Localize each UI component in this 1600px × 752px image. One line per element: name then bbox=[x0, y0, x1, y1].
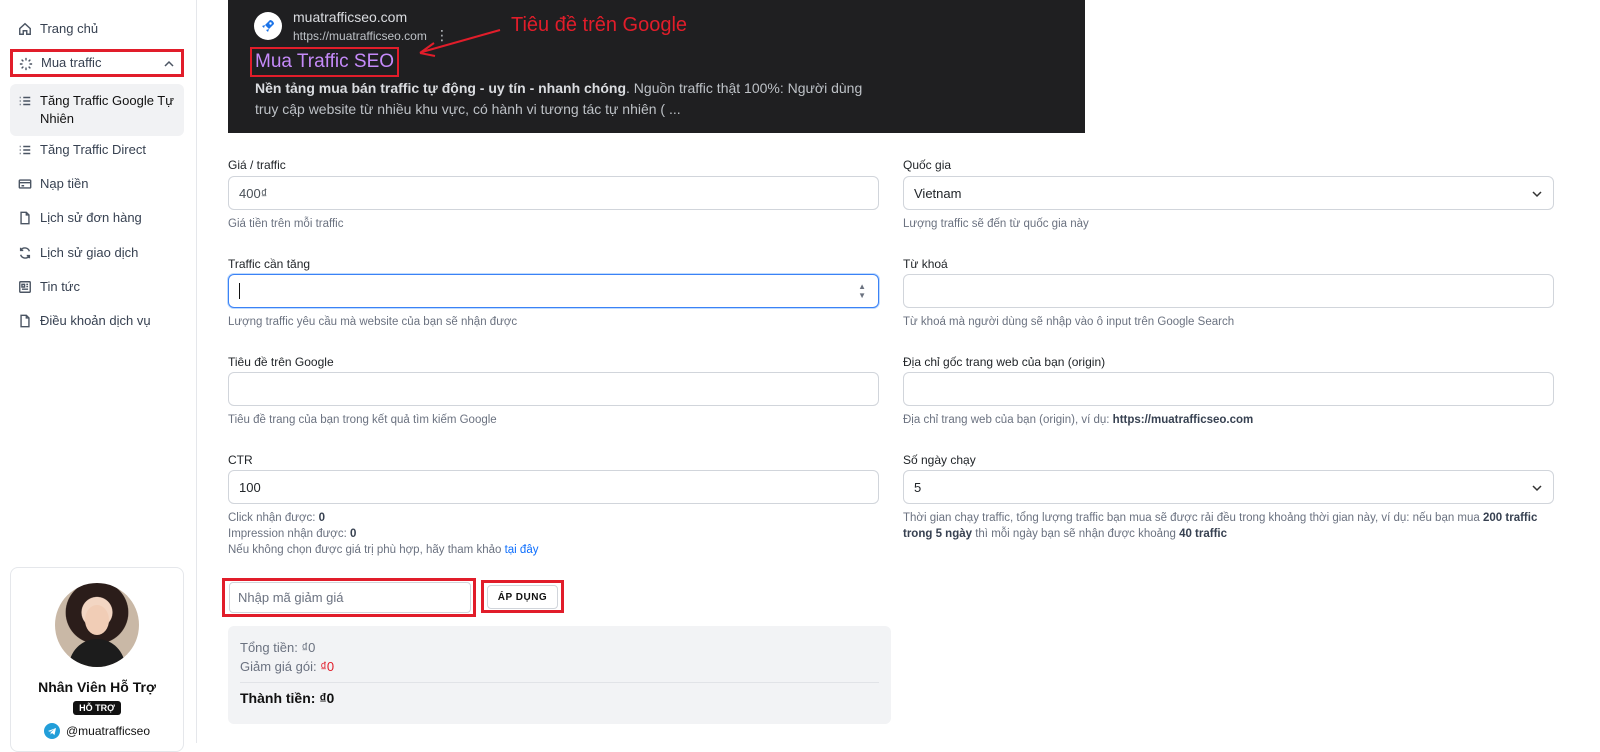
file-icon bbox=[18, 211, 32, 225]
sparkle-icon bbox=[19, 57, 33, 71]
keyword-label: Từ khoá bbox=[903, 257, 948, 271]
keyword-help: Từ khoá mà người dùng sẽ nhập vào ô inpu… bbox=[903, 316, 1235, 328]
sidebar-item-label: Lịch sử đơn hàng bbox=[40, 210, 142, 225]
traffic-input[interactable]: ▲ ▼ bbox=[228, 274, 879, 308]
sidebar-item-home[interactable]: Trang chủ bbox=[10, 20, 184, 38]
telegram-handle: @muatrafficseo bbox=[66, 724, 150, 738]
sidebar-item-label: Nạp tiền bbox=[40, 176, 89, 191]
sidebar-item-label: Tăng Traffic Google Tự Nhiên bbox=[40, 93, 174, 126]
ctr-reference-link[interactable]: tại đây bbox=[505, 544, 539, 556]
days-label: Số ngày chạy bbox=[903, 453, 976, 467]
order-summary: Tổng tiền: ₫0 Giảm giá gói: ₫0 Thành tiề… bbox=[228, 626, 891, 724]
sidebar-item-label: Lịch sử giao dịch bbox=[40, 245, 139, 260]
list-icon bbox=[18, 94, 32, 108]
chevron-down-icon bbox=[1531, 482, 1543, 494]
origin-help: Địa chỉ trang web của bạn (origin), ví d… bbox=[903, 414, 1254, 426]
coupon-input[interactable]: Nhập mã giảm giá bbox=[229, 582, 471, 613]
sidebar-item-label: Trang chủ bbox=[40, 21, 99, 36]
sidebar-item-order-history[interactable]: Lịch sử đơn hàng bbox=[10, 209, 184, 227]
traffic-help: Lượng traffic yêu cầu mà website của bạn… bbox=[228, 316, 518, 328]
annotation-text: Tiêu đề trên Google bbox=[511, 14, 688, 36]
sidebar-item-buy-traffic[interactable]: Mua traffic bbox=[10, 49, 184, 77]
support-name: Nhân Viên Hỗ Trợ bbox=[38, 679, 156, 695]
sidebar-item-google-traffic[interactable]: Tăng Traffic Google Tự Nhiên bbox=[10, 84, 184, 136]
sidebar: Trang chủ Mua traffic Tăng Traffic Googl… bbox=[0, 0, 197, 752]
sidebar-item-terms[interactable]: Điều khoản dịch vụ bbox=[10, 312, 184, 330]
rocket-icon bbox=[254, 12, 282, 40]
traffic-label: Traffic cần tăng bbox=[228, 257, 311, 271]
sidebar-item-transaction-history[interactable]: Lịch sử giao dịch bbox=[10, 244, 184, 262]
chevron-up-icon bbox=[163, 57, 175, 69]
avatar bbox=[55, 583, 139, 667]
days-select[interactable]: 5 bbox=[903, 470, 1554, 504]
keyword-input[interactable] bbox=[903, 274, 1554, 308]
preview-site-url: https://muatrafficseo.com bbox=[293, 29, 427, 43]
text-caret bbox=[239, 283, 240, 299]
days-help: Thời gian chạy traffic, tổng lượng traff… bbox=[903, 512, 1538, 540]
support-telegram-link[interactable]: @muatrafficseo bbox=[11, 723, 183, 739]
card-icon bbox=[18, 177, 32, 191]
sidebar-item-deposit[interactable]: Nạp tiền bbox=[10, 175, 184, 193]
apply-coupon-button[interactable]: ÁP DỤNG bbox=[487, 585, 558, 609]
preview-title: Mua Traffic SEO bbox=[250, 47, 400, 77]
file-icon bbox=[18, 314, 32, 328]
google-title-label: Tiêu đề trên Google bbox=[228, 355, 334, 369]
total-line: Tổng tiền: ₫0 bbox=[240, 640, 316, 655]
ctr-label: CTR bbox=[228, 453, 253, 467]
discount-line: Giảm giá gói: ₫0 bbox=[240, 659, 335, 674]
country-select[interactable]: Vietnam bbox=[903, 176, 1554, 210]
origin-input[interactable] bbox=[903, 372, 1554, 406]
price-help: Giá tiền trên mỗi traffic bbox=[228, 218, 344, 230]
final-total: Thành tiền: ₫0 bbox=[240, 690, 335, 706]
support-card: Nhân Viên Hỗ Trợ HỖ TRỢ @muatrafficseo bbox=[10, 567, 184, 752]
chevron-down-icon bbox=[1531, 188, 1543, 200]
summary-divider bbox=[240, 682, 879, 683]
sidebar-item-label: Điều khoản dịch vụ bbox=[40, 313, 151, 328]
sidebar-item-label: Tăng Traffic Direct bbox=[40, 142, 146, 157]
preview-description: Nền tảng mua bán traffic tự động - uy tí… bbox=[255, 80, 863, 117]
news-icon bbox=[18, 280, 32, 294]
stepper-icon[interactable]: ▲ ▼ bbox=[858, 282, 866, 300]
telegram-icon bbox=[44, 723, 60, 739]
google-title-help: Tiêu đề trang của bạn trong kết quả tìm … bbox=[228, 414, 497, 426]
home-icon bbox=[18, 22, 32, 36]
sidebar-item-label: Mua traffic bbox=[41, 55, 102, 70]
ctr-help: Click nhận được: 0 Impression nhận được:… bbox=[228, 512, 539, 556]
annotation-arrow-icon bbox=[419, 29, 501, 57]
origin-label: Địa chỉ gốc trang web của bạn (origin) bbox=[903, 355, 1106, 369]
price-label: Giá / traffic bbox=[228, 158, 286, 172]
sidebar-item-news[interactable]: Tin tức bbox=[10, 278, 184, 296]
sidebar-item-label: Tin tức bbox=[40, 279, 81, 294]
preview-site-name: muatrafficseo.com bbox=[293, 9, 408, 25]
sidebar-item-direct-traffic[interactable]: Tăng Traffic Direct bbox=[10, 141, 184, 159]
support-badge: HỖ TRỢ bbox=[73, 701, 121, 715]
price-input[interactable]: 400₫ bbox=[228, 176, 879, 210]
country-label: Quốc gia bbox=[903, 158, 952, 172]
country-help: Lượng traffic sẽ đến từ quốc gia này bbox=[903, 218, 1089, 230]
refresh-icon bbox=[18, 246, 32, 260]
list-icon bbox=[18, 143, 32, 157]
ctr-input[interactable]: 100 bbox=[228, 470, 879, 504]
google-title-input[interactable] bbox=[228, 372, 879, 406]
